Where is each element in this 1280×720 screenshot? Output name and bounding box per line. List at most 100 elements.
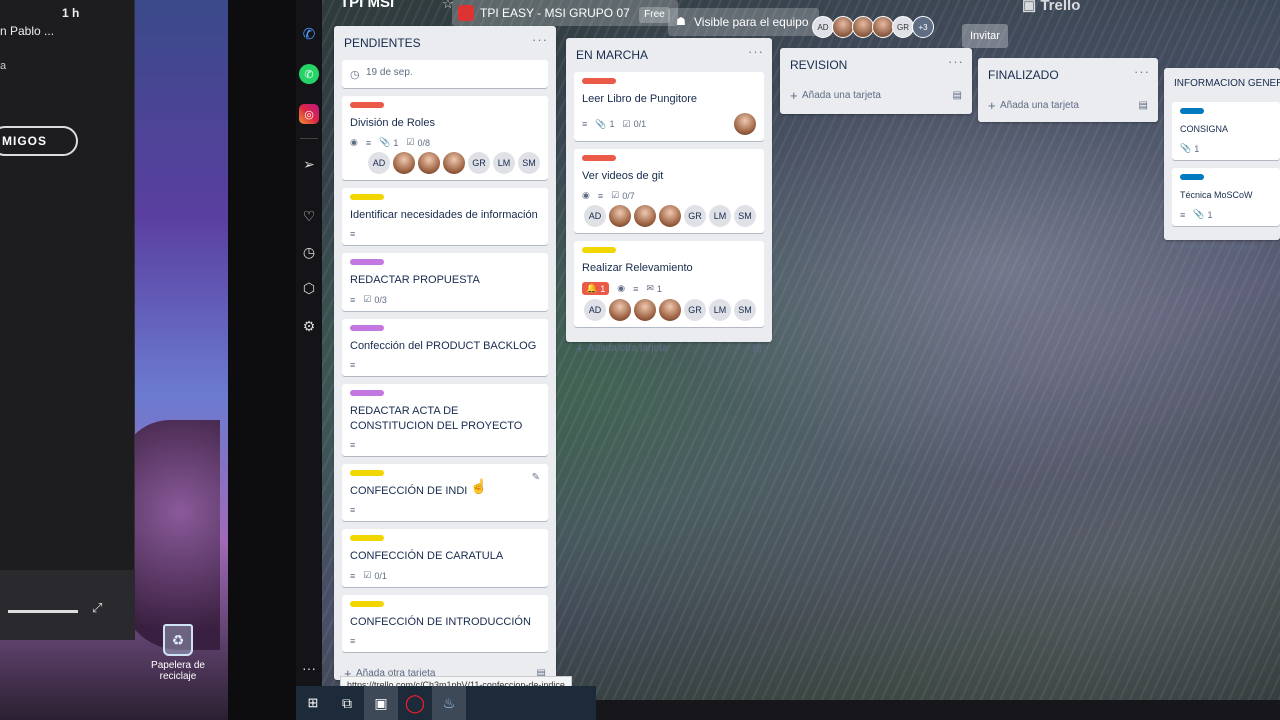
more-icon[interactable]: ··· bbox=[299, 658, 319, 678]
media-player-bar: ⤢ bbox=[0, 570, 135, 640]
list-card[interactable]: División de Roles ◉ ≡ 📎 1 ☑ 0/8 AD GR LM S… bbox=[342, 96, 548, 180]
gear-icon[interactable]: ⚙ bbox=[299, 316, 319, 336]
task-view-icon[interactable]: ⧉ bbox=[330, 686, 364, 720]
more-members-badge[interactable]: +3 bbox=[912, 16, 934, 38]
send-icon[interactable]: ➢ bbox=[299, 154, 319, 174]
list-header[interactable]: PENDIENTES ··· bbox=[334, 26, 556, 60]
pencil-icon[interactable]: ✎ bbox=[532, 472, 540, 483]
member-avatar[interactable]: GR bbox=[684, 299, 706, 321]
list-en-marcha: EN MARCHA ··· Leer Libro de Pungitore ≡ … bbox=[566, 38, 772, 356]
heart-icon[interactable]: ♡ bbox=[299, 206, 319, 226]
list-menu-icon[interactable]: ··· bbox=[1134, 64, 1150, 79]
add-card-button[interactable]: + Añada una tarjeta ▤ bbox=[978, 92, 1158, 120]
list-card[interactable]: Técnica MoSCoW ≡ 📎 1 bbox=[1172, 168, 1280, 226]
checklist-badge: ☑ 0/3 bbox=[363, 294, 387, 305]
member-avatar[interactable] bbox=[418, 152, 440, 174]
member-avatar[interactable]: AD bbox=[584, 299, 606, 321]
member-avatar[interactable]: GR bbox=[892, 16, 914, 38]
list-header[interactable]: INFORMACION GENERAL bbox=[1164, 68, 1280, 102]
member-avatar[interactable] bbox=[659, 205, 681, 227]
list-header[interactable]: REVISION ··· bbox=[780, 48, 972, 82]
list-card[interactable]: Ver videos de git ◉ ≡ ☑ 0/7 AD GR LM SM bbox=[574, 149, 764, 233]
card-badges: ≡ bbox=[350, 440, 540, 450]
list-card[interactable]: ✎ CONFECCIÓN DE INDI ≡ bbox=[342, 464, 548, 521]
windows-start-icon[interactable]: ⊞ bbox=[296, 686, 330, 720]
invite-button[interactable]: Invitar bbox=[962, 24, 1008, 48]
member-avatar[interactable] bbox=[393, 152, 415, 174]
clock-icon[interactable]: ◷ bbox=[299, 242, 319, 262]
member-avatar[interactable]: LM bbox=[709, 299, 731, 321]
trello-brand: Trello bbox=[1040, 0, 1081, 14]
member-avatar[interactable]: GR bbox=[468, 152, 490, 174]
member-avatar[interactable] bbox=[609, 205, 631, 227]
expand-icon[interactable]: ⤢ bbox=[92, 600, 102, 616]
template-icon[interactable]: ▤ bbox=[953, 90, 962, 101]
add-card-button[interactable]: + Añada otra tarjeta bbox=[1164, 234, 1280, 262]
list-card[interactable]: Leer Libro de Pungitore ≡ 📎 1 ☑ 0/1 bbox=[574, 72, 764, 141]
card-label bbox=[350, 259, 384, 265]
list-card[interactable]: Realizar Relevamiento 🔔 1 ◉ ≡ ✉ 1 AD GR LM… bbox=[574, 241, 764, 327]
member-avatar[interactable]: AD bbox=[812, 16, 834, 38]
whatsapp-icon[interactable]: ✆ bbox=[299, 64, 319, 84]
list-card[interactable]: Confección del PRODUCT BACKLOG ≡ bbox=[342, 319, 548, 376]
member-avatar[interactable]: LM bbox=[709, 205, 731, 227]
chat-contact-name[interactable]: n Pablo ... bbox=[0, 24, 54, 38]
list-card[interactable]: REDACTAR PROPUESTA ≡ ☑ 0/3 bbox=[342, 253, 548, 311]
instagram-icon[interactable]: ◎ bbox=[299, 104, 319, 124]
list-menu-icon[interactable]: ··· bbox=[748, 44, 764, 59]
list-header[interactable]: FINALIZADO ··· bbox=[978, 58, 1158, 92]
description-icon: ≡ bbox=[633, 283, 639, 294]
add-card-button[interactable]: + Añada otra tarjeta ▤ bbox=[566, 335, 772, 363]
list-card[interactable]: CONFECCIÓN DE CARATULA ≡ ☑ 0/1 bbox=[342, 529, 548, 587]
list-card[interactable]: ◷ 19 de sep. bbox=[342, 60, 548, 88]
wallpaper-orb bbox=[120, 420, 220, 650]
messenger-icon[interactable]: ✆ bbox=[299, 24, 319, 44]
list-menu-icon[interactable]: ··· bbox=[948, 54, 964, 69]
list-card[interactable]: Identificar necesidades de información ≡ bbox=[342, 188, 548, 245]
template-icon[interactable]: ▤ bbox=[753, 343, 762, 354]
member-avatar[interactable] bbox=[872, 16, 894, 38]
list-card[interactable]: REDACTAR ACTA DE CONSTITUCION DEL PROYEC… bbox=[342, 384, 548, 456]
list-header[interactable]: EN MARCHA ··· bbox=[566, 38, 772, 72]
member-avatar[interactable] bbox=[659, 299, 681, 321]
add-card-label: Añada una tarjeta bbox=[802, 90, 881, 101]
member-avatar[interactable] bbox=[832, 16, 854, 38]
cube-icon[interactable]: ⬡ bbox=[299, 278, 319, 298]
member-avatar[interactable] bbox=[634, 205, 656, 227]
visibility-button[interactable]: ☗ Visible para el equipo bbox=[668, 8, 819, 36]
steam-icon[interactable]: ♨ bbox=[432, 686, 466, 720]
list-menu-icon[interactable]: ··· bbox=[532, 32, 548, 47]
member-avatar[interactable]: GR bbox=[684, 205, 706, 227]
card-title: Ver videos de git bbox=[582, 170, 664, 182]
progress-bar[interactable] bbox=[8, 610, 78, 613]
board-title[interactable]: TPI MSI bbox=[340, 0, 394, 11]
template-icon[interactable]: ▤ bbox=[1139, 100, 1148, 111]
card-label bbox=[582, 247, 616, 253]
member-avatar[interactable]: SM bbox=[734, 205, 756, 227]
chat-panel: 1 h n Pablo ... a MIGOS bbox=[0, 0, 135, 640]
attachment-count: 1 bbox=[393, 137, 399, 148]
recycle-bin-label: Papelera de reciclaje bbox=[151, 660, 205, 682]
amigos-button[interactable]: MIGOS bbox=[0, 126, 78, 156]
member-avatar[interactable]: LM bbox=[493, 152, 515, 174]
member-avatar[interactable] bbox=[852, 16, 874, 38]
member-avatar[interactable] bbox=[609, 299, 631, 321]
list-card[interactable]: CONSIGNA 📎 1 bbox=[1172, 102, 1280, 160]
add-card-button[interactable]: + Añada una tarjeta ▤ bbox=[780, 82, 972, 110]
team-button[interactable]: TPI EASY - MSI GRUPO 07 Free bbox=[452, 0, 678, 26]
member-avatar[interactable]: AD bbox=[368, 152, 390, 174]
card-label bbox=[350, 325, 384, 331]
member-avatar[interactable] bbox=[734, 113, 756, 135]
member-avatar[interactable] bbox=[634, 299, 656, 321]
app-taskbar-icon[interactable]: ▣ bbox=[364, 686, 398, 720]
member-avatar[interactable]: SM bbox=[518, 152, 540, 174]
app-rail: ✆ ✆ ◎ ➢ ♡ ◷ ⬡ ⚙ ··· bbox=[296, 0, 322, 700]
recycle-bin-shortcut[interactable]: ♻ Papelera de reciclaje bbox=[148, 624, 208, 682]
card-badges: ≡ bbox=[350, 636, 540, 646]
list-pendientes: PENDIENTES ··· ◷ 19 de sep. División de … bbox=[334, 26, 556, 681]
member-avatar[interactable]: SM bbox=[734, 299, 756, 321]
member-avatar[interactable]: AD bbox=[584, 205, 606, 227]
opera-icon[interactable]: ◯ bbox=[398, 686, 432, 720]
list-card[interactable]: CONFECCIÓN DE INTRODUCCIÓN ≡ bbox=[342, 595, 548, 652]
member-avatar[interactable] bbox=[443, 152, 465, 174]
